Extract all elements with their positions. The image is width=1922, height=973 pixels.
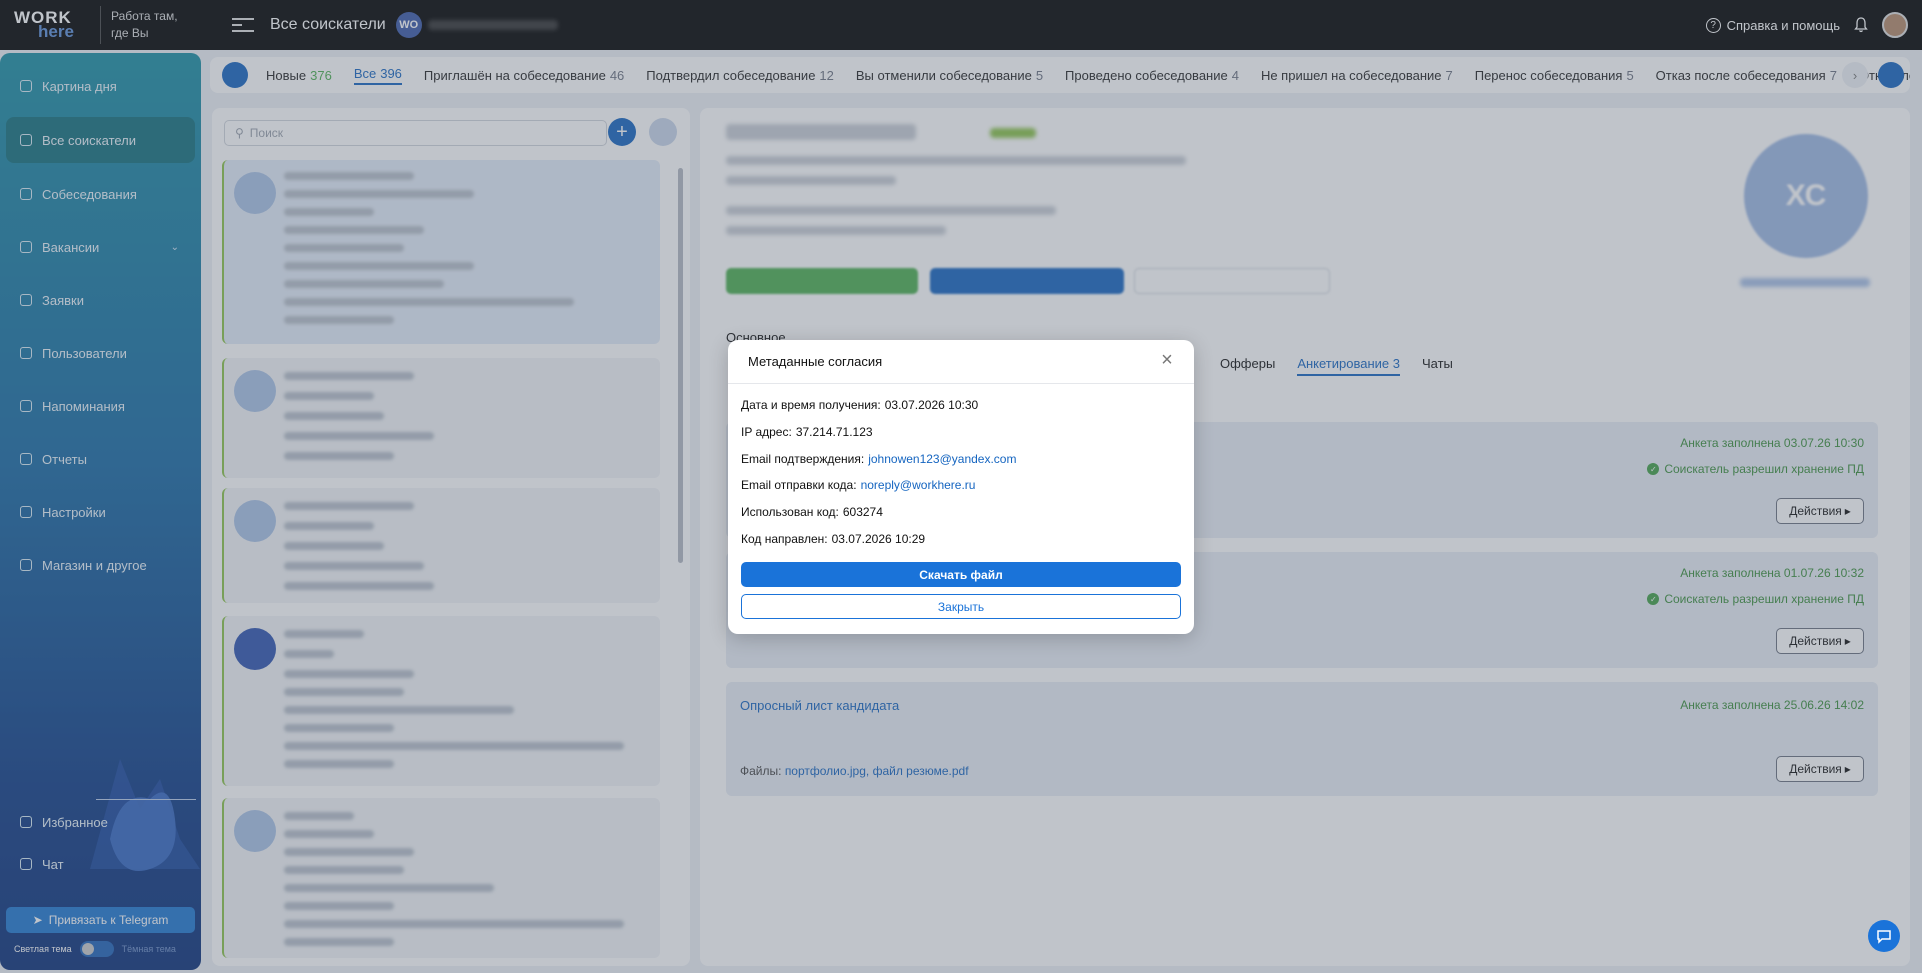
close-icon[interactable]: × <box>1158 350 1176 370</box>
support-chat-button[interactable] <box>1868 920 1900 952</box>
sender-email-link[interactable]: noreply@workhere.ru <box>861 478 976 492</box>
close-button[interactable]: Закрыть <box>741 594 1181 619</box>
sent-row: Код направлен: 03.07.2026 10:29 <box>741 532 926 546</box>
consent-metadata-modal: Метаданные согласия × Дата и время получ… <box>728 340 1194 634</box>
sender-email-row: Email отправки кода: noreply@workhere.ru <box>741 478 976 492</box>
confirm-email-row: Email подтверждения: johnowen123@yandex.c… <box>741 452 1017 466</box>
download-file-button[interactable]: Скачать файл <box>741 562 1181 587</box>
confirm-email-link[interactable]: johnowen123@yandex.com <box>868 452 1016 466</box>
code-row: Использован код: 603274 <box>741 505 883 519</box>
received-row: Дата и время получения: 03.07.2026 10:30 <box>741 398 979 412</box>
modal-title: Метаданные согласия <box>728 340 1194 384</box>
ip-row: IP адрес: 37.214.71.123 <box>741 425 873 439</box>
chat-bubble-icon <box>1877 930 1891 944</box>
